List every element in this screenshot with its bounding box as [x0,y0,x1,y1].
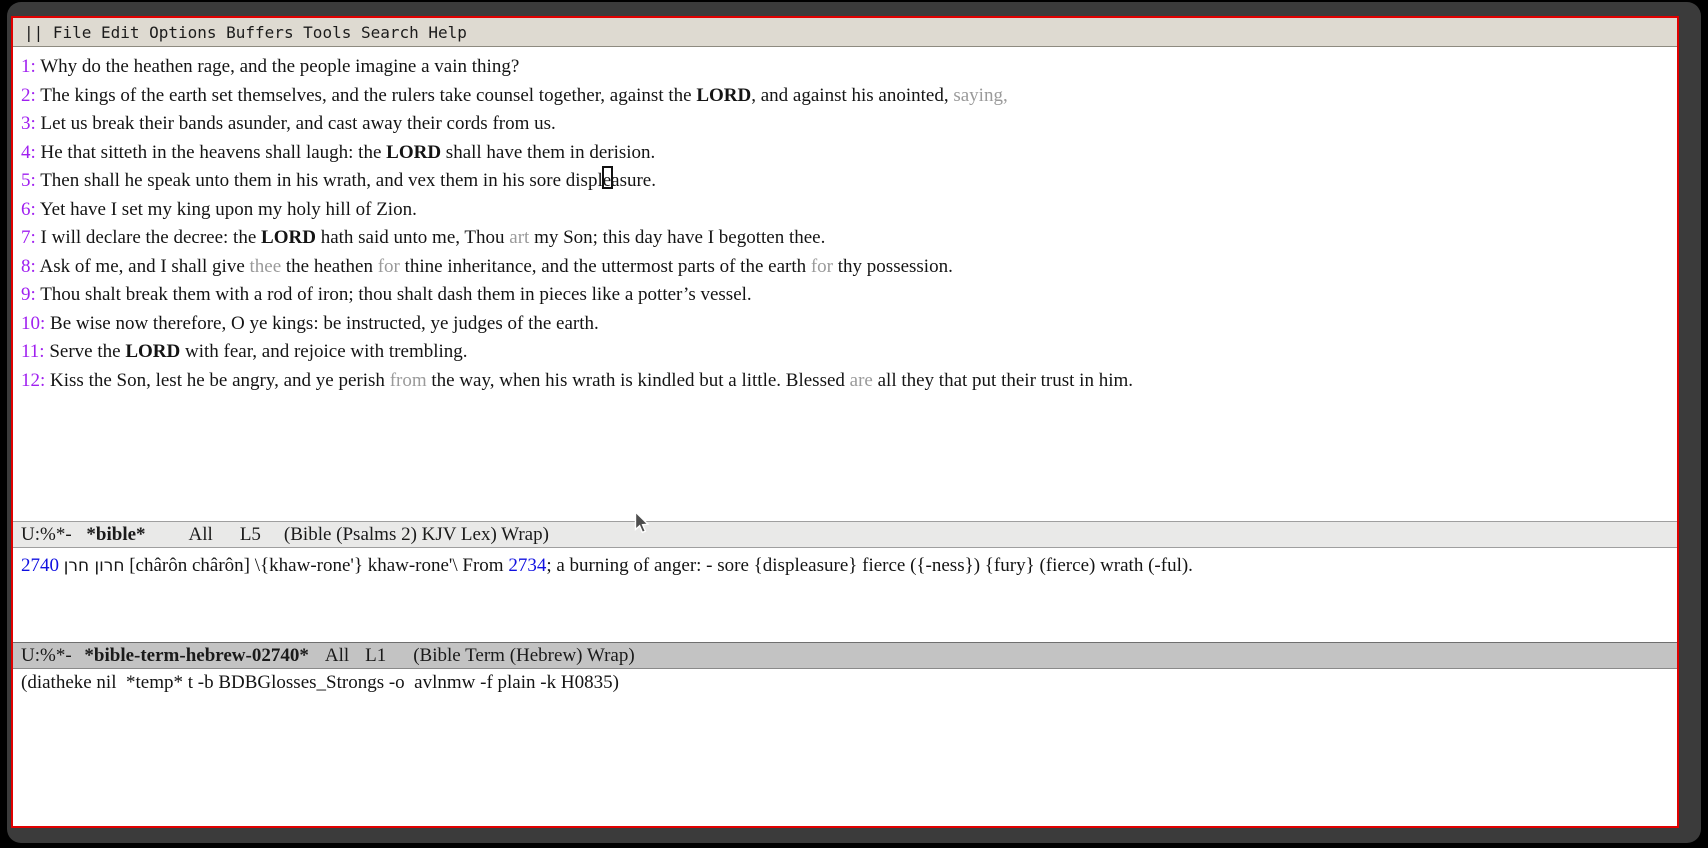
mode-list[interactable]: (Bible Term (Hebrew) Wrap) [413,645,634,666]
verse-number: 5: [21,170,36,191]
strongs-number-link[interactable]: 2740 [21,555,59,576]
verse-line[interactable]: 9: Thou shalt break them with a rod of i… [21,281,1677,310]
strongs-number-link[interactable]: 2734 [508,555,546,576]
verse-number: 10: [21,313,45,334]
divine-name-bold: LORD [261,227,316,248]
verse-number: 1: [21,56,36,77]
verse-line[interactable]: 1: Why do the heathen rage, and the peop… [21,53,1677,82]
verse-number: 4: [21,142,36,163]
divine-name-bold: LORD [696,85,751,106]
verse-text: asure. [611,170,656,191]
verse-number: 6: [21,199,36,220]
supplied-word: from [390,370,427,391]
verse-text: Then shall he speak unto them in his wra… [40,170,603,191]
buffer-name[interactable]: *bible-term-hebrew-02740* [84,645,308,666]
verse-text: thine inheritance, and the uttermost par… [400,256,811,277]
verse-number: 8: [21,256,36,277]
verse-number: 12: [21,370,45,391]
divine-name-bold: LORD [125,341,180,362]
verse-line[interactable]: 11: Serve the LORD with fear, and rejoic… [21,338,1677,367]
verse-number: 2: [21,85,36,106]
verse-text: the heathen [281,256,378,277]
buffer-name[interactable]: *bible* [86,524,145,545]
lexicon-buffer[interactable]: 2740 חרון חרן [chârôn chârôn] \{khaw-ron… [13,548,1677,642]
verse-text: Ask of me, and I shall give [39,256,249,277]
scroll-position: All [189,524,213,545]
verse-text: Yet have I set my king upon my holy hill… [40,199,417,220]
supplied-word: are [850,370,873,391]
menu-item-buffers[interactable]: Buffers [226,23,293,42]
minibuffer[interactable]: (diatheke nil *temp* t -b BDBGlosses_Str… [13,669,1677,827]
verse-text: The kings of the earth set themselves, a… [40,85,696,106]
line-number: L5 [240,524,261,545]
verse-text: all they that put their trust in him. [873,370,1133,391]
verse-line[interactable]: 10: Be wise now therefore, O ye kings: b… [21,310,1677,339]
lexicon-text: [chârôn chârôn] \{khaw-rone'} khaw-rone'… [124,555,508,576]
menu-item-options[interactable]: Options [149,23,216,42]
supplied-word: art [509,227,529,248]
menu-item-help[interactable]: Help [428,23,467,42]
emacs-frame: ||FileEditOptionsBuffersToolsSearchHelp … [11,16,1679,828]
verse-text: thy possession. [833,256,953,277]
supplied-word: for [811,256,833,277]
menu-item-tools[interactable]: Tools [303,23,351,42]
verse-line[interactable]: 4: He that sitteth in the heavens shall … [21,139,1677,168]
line-number: L1 [365,645,386,666]
verse-text: Why do the heathen rage, and the people … [40,56,519,77]
hebrew-word: חרון חרן [64,556,125,576]
supplied-word: thee [250,256,282,277]
verse-text: , and against his anointed, [751,85,953,106]
verse-line[interactable]: 5: Then shall he speak unto them in his … [21,167,1677,196]
menu-item-edit[interactable]: Edit [101,23,140,42]
verse-number: 7: [21,227,36,248]
minibuffer-text: (diatheke nil *temp* t -b BDBGlosses_Str… [21,672,619,693]
verse-number: 3: [21,113,36,134]
verse-text: my Son; this day have I begotten thee. [529,227,825,248]
verse-text: He that sitteth in the heavens shall lau… [41,142,387,163]
verse-text: Be wise now therefore, O ye kings: be in… [50,313,599,334]
menu-item-file[interactable]: File [53,23,92,42]
verse-text: Let us break their bands asunder, and ca… [41,113,556,134]
lexicon-text: ; a burning of anger: - sore {displeasur… [546,555,1193,576]
verse-line[interactable]: 6: Yet have I set my king upon my holy h… [21,196,1677,225]
verse-text: Kiss the Son, lest he be angry, and ye p… [50,370,390,391]
divine-name-bold: LORD [386,142,441,163]
verse-number: 9: [21,284,36,305]
bible-buffer[interactable]: 1: Why do the heathen rage, and the peop… [13,47,1677,521]
modeline-lexicon[interactable]: U:%*- *bible-term-hebrew-02740* All L1 (Bib… [13,642,1677,669]
menu-item-search[interactable]: Search [361,23,419,42]
lexicon-line: 2740 חרון חרן [chârôn chârôn] \{khaw-ron… [21,552,1677,580]
mode-list[interactable]: (Bible (Psalms 2) KJV Lex) Wrap) [284,524,549,545]
verse-text: Thou shalt break them with a rod of iron… [40,284,751,305]
verse-text: shall have them in derision. [441,142,655,163]
verse-text: with fear, and rejoice with trembling. [180,341,467,362]
verse-text: Serve the [49,341,125,362]
verse-list: 1: Why do the heathen rage, and the peop… [21,53,1677,395]
verse-line[interactable]: 7: I will declare the decree: the LORD h… [21,224,1677,253]
verse-text: the way, when his wrath is kindled but a… [427,370,850,391]
scroll-position: All [325,645,349,666]
verse-line[interactable]: 12: Kiss the Son, lest he be angry, and … [21,367,1677,396]
verse-line[interactable]: 3: Let us break their bands asunder, and… [21,110,1677,139]
modeline-bible[interactable]: U:%*- *bible* All L5 (Bible (Psalms 2) KJV … [13,521,1677,548]
verse-line[interactable]: 8: Ask of me, and I shall give thee the … [21,253,1677,282]
editor-cursor: e [603,170,611,191]
verse-text: hath said unto me, Thou [316,227,509,248]
verse-number: 11: [21,341,45,362]
modeline-prefix: U:%*- [21,524,76,545]
supplied-word: saying, [953,85,1007,106]
menu-item-bars[interactable]: || [24,23,43,42]
supplied-word: for [378,256,400,277]
verse-line[interactable]: 2: The kings of the earth set themselves… [21,82,1677,111]
verse-text: I will declare the decree: the [41,227,262,248]
modeline-prefix: U:%*- [21,645,76,666]
menu-bar: || File Edit Options Buffers Tools Search Help [13,18,1677,47]
